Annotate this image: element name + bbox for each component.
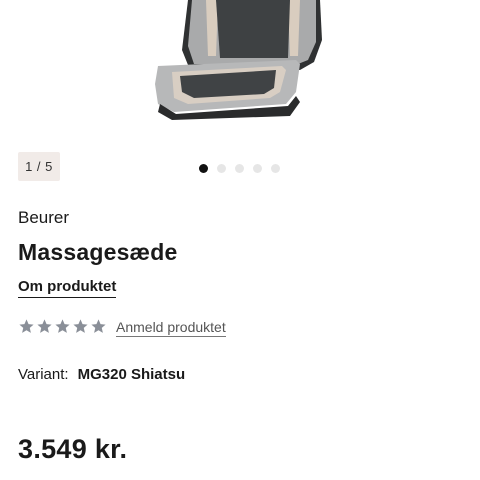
star-icon (55, 319, 70, 333)
product-image[interactable] (150, 0, 325, 125)
massage-seat-image (155, 0, 322, 120)
carousel-dots (199, 164, 280, 173)
variant-value: MG320 Shiatsu (77, 366, 186, 383)
image-counter-text: 1 / 5 (25, 159, 53, 174)
image-counter: 1 / 5 (18, 152, 60, 181)
about-product-link[interactable]: Om produktet (18, 278, 117, 298)
star-icon (91, 319, 106, 333)
star-icon (73, 319, 88, 333)
product-brand[interactable]: Beurer (18, 208, 69, 228)
product-price: 3.549 kr. (18, 434, 128, 464)
star-icon (37, 319, 52, 333)
carousel-dot[interactable] (271, 164, 280, 173)
star-icon (19, 319, 34, 333)
carousel-dot[interactable] (253, 164, 262, 173)
variant-label: Variant: (18, 366, 69, 383)
product-title: Massagesæde (18, 239, 178, 265)
review-product-link[interactable]: Anmeld produktet (116, 319, 226, 337)
star-rating[interactable] (18, 318, 107, 335)
carousel-dot[interactable] (235, 164, 244, 173)
variant-row: Variant: MG320 Shiatsu (18, 366, 185, 383)
carousel-dot[interactable] (199, 164, 208, 173)
carousel-dot[interactable] (217, 164, 226, 173)
